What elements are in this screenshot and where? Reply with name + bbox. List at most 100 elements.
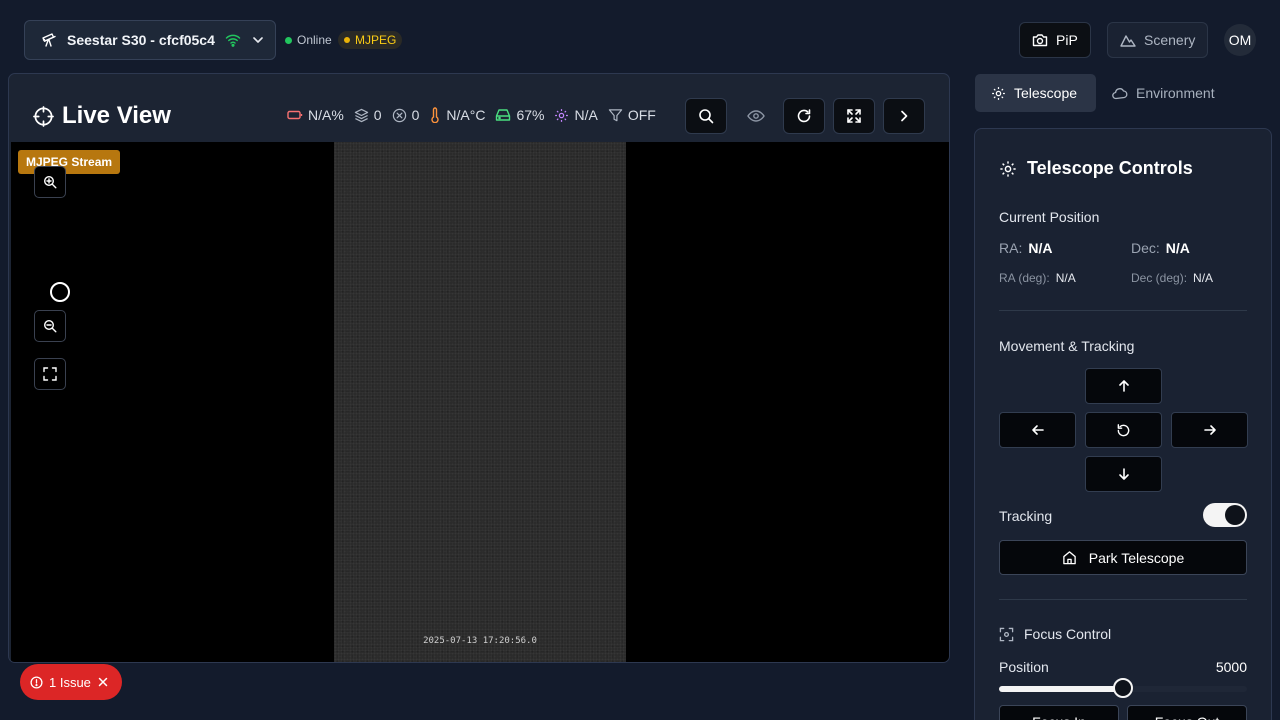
- stacked-stat: 0: [354, 107, 382, 123]
- movement-label: Movement & Tracking: [999, 338, 1135, 354]
- stream-status-badge: MJPEG: [338, 31, 403, 49]
- ra-deg-readout: RA (deg): N/A: [999, 271, 1076, 285]
- zoom-out-button[interactable]: [34, 310, 66, 342]
- close-icon[interactable]: [97, 676, 109, 688]
- focus-position-slider[interactable]: [999, 678, 1247, 698]
- focus-icon: [999, 627, 1014, 642]
- dec-deg-value: N/A: [1193, 271, 1214, 285]
- hard-drive-icon: [495, 108, 511, 122]
- arrow-up-icon: [1117, 379, 1131, 393]
- top-bar: Seestar S30 - cfcf05c4 Online MJPEG PiP: [0, 0, 1280, 80]
- move-right-button[interactable]: [1171, 412, 1248, 448]
- dec-label: Dec:: [1131, 240, 1160, 256]
- visibility-toggle-button[interactable]: [735, 98, 777, 134]
- zoom-in-icon: [43, 175, 57, 189]
- live-view-panel: Live View N/A% 0 0 N/A°C 67% N/A OFF 202…: [8, 73, 950, 663]
- move-up-button[interactable]: [1085, 368, 1162, 404]
- ra-deg-label: RA (deg):: [999, 271, 1050, 285]
- thermometer-icon: [429, 107, 441, 123]
- stacked-value: 0: [373, 107, 382, 123]
- dropped-stat: 0: [392, 107, 420, 123]
- crosshair-icon: [33, 105, 54, 127]
- issues-label: 1 Issue: [49, 674, 91, 690]
- rotate-ccw-icon: [1116, 423, 1131, 438]
- ra-deg-value: N/A: [1055, 271, 1076, 285]
- divider: [999, 599, 1247, 600]
- pip-button[interactable]: PiP: [1019, 22, 1091, 58]
- controls-header: Telescope Controls: [999, 158, 1193, 179]
- slider-thumb[interactable]: [1113, 678, 1133, 698]
- ra-readout: RA: N/A: [999, 240, 1052, 256]
- tracking-label: Tracking: [999, 508, 1053, 524]
- park-telescope-label: Park Telescope: [1088, 549, 1185, 566]
- tracking-toggle[interactable]: [1203, 503, 1247, 527]
- search-icon: [698, 108, 714, 124]
- device-selector[interactable]: Seestar S30 - cfcf05c4: [24, 20, 276, 60]
- zoom-in-button[interactable]: [34, 166, 66, 198]
- search-button[interactable]: [685, 98, 727, 134]
- device-name: Seestar S30 - cfcf05c4: [67, 32, 215, 48]
- zoom-slider-handle[interactable]: [50, 282, 70, 302]
- focus-control-label: Focus Control: [1024, 626, 1112, 642]
- filter-value: OFF: [627, 107, 656, 123]
- avatar[interactable]: OM: [1224, 24, 1256, 56]
- stream-dot-icon: [344, 37, 350, 43]
- dec-deg-label: Dec (deg):: [1131, 271, 1188, 285]
- live-view-header: Live View: [33, 102, 171, 130]
- chevron-down-icon: [251, 33, 265, 47]
- telescope-icon: [41, 32, 57, 48]
- home-icon: [1062, 550, 1077, 565]
- temperature-value: N/A°C: [446, 107, 486, 123]
- scan-icon: [43, 367, 57, 381]
- battery-value: N/A%: [308, 107, 344, 123]
- zoom-out-icon: [43, 319, 57, 333]
- tab-telescope[interactable]: Telescope: [975, 74, 1096, 112]
- alert-circle-icon: [30, 675, 43, 689]
- arrow-left-icon: [1031, 423, 1045, 437]
- online-dot-icon: [285, 36, 292, 44]
- scenery-label: Scenery: [1144, 32, 1196, 48]
- move-down-button[interactable]: [1085, 456, 1162, 492]
- tab-telescope-label: Telescope: [1014, 85, 1078, 101]
- gear-icon: [991, 86, 1006, 101]
- wifi-icon: [225, 33, 241, 47]
- slider-fill: [999, 686, 1123, 692]
- ra-value: N/A: [1028, 240, 1053, 256]
- x-circle-icon: [392, 108, 407, 123]
- gear-icon: [554, 108, 569, 123]
- frame-timestamp: 2025-07-13 17:20:56.0: [423, 636, 537, 646]
- stream-status-text: MJPEG: [355, 33, 397, 47]
- dec-value: N/A: [1165, 240, 1190, 256]
- video-stream[interactable]: 2025-07-13 17:20:56.0 MJPEG Stream: [11, 142, 949, 662]
- issues-badge[interactable]: 1 Issue: [20, 664, 122, 700]
- fullscreen-button[interactable]: [833, 98, 875, 134]
- toggle-knob: [1225, 505, 1245, 525]
- fit-to-screen-button[interactable]: [34, 358, 66, 390]
- filter-icon: [608, 108, 623, 123]
- scenery-button[interactable]: Scenery: [1107, 22, 1208, 58]
- refresh-button[interactable]: [783, 98, 825, 134]
- pip-label: PiP: [1056, 32, 1078, 48]
- gain-value: N/A: [574, 107, 598, 123]
- filter-stat: OFF: [608, 107, 656, 123]
- current-position-label: Current Position: [999, 209, 1100, 225]
- status-stats: N/A% 0 0 N/A°C 67% N/A OFF: [287, 107, 656, 123]
- arrow-right-icon: [1203, 423, 1217, 437]
- online-status-text: Online: [297, 33, 332, 47]
- focus-out-button[interactable]: Focus Out: [1127, 705, 1247, 720]
- cloud-icon: [1112, 87, 1128, 100]
- move-left-button[interactable]: [999, 412, 1076, 448]
- telescope-controls-panel: Telescope Controls Current Position RA: …: [974, 128, 1272, 720]
- camera-frame: 2025-07-13 17:20:56.0: [334, 142, 626, 662]
- reset-position-button[interactable]: [1085, 412, 1162, 448]
- dropped-value: 0: [411, 107, 420, 123]
- temperature-stat: N/A°C: [429, 107, 485, 123]
- next-button[interactable]: [883, 98, 925, 134]
- tab-environment[interactable]: Environment: [1096, 74, 1231, 112]
- focus-in-button[interactable]: Focus In: [999, 705, 1119, 720]
- park-telescope-button[interactable]: Park Telescope: [999, 540, 1247, 575]
- ra-label: RA:: [999, 240, 1023, 256]
- gain-stat: N/A: [554, 107, 598, 123]
- battery-icon: [287, 109, 303, 121]
- panel-tabs: Telescope Environment: [975, 74, 1231, 112]
